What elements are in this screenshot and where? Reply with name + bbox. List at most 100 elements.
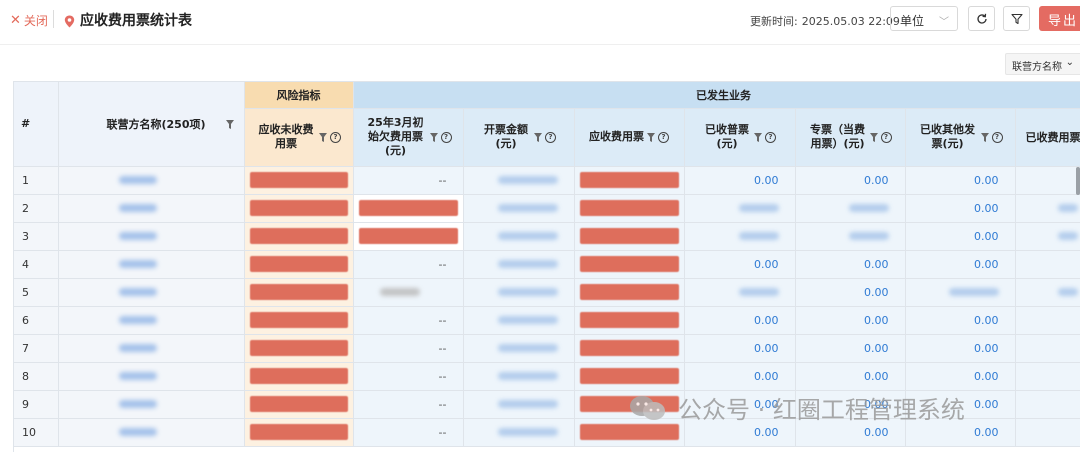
help-icon[interactable]: ? xyxy=(992,132,1003,143)
column-filter-icon[interactable] xyxy=(319,133,327,142)
close-button[interactable]: ✕ 关闭 xyxy=(10,12,48,29)
cell-received-fee xyxy=(1015,362,1080,390)
table-row[interactable]: 1--0.000.000.00 xyxy=(14,166,1080,194)
cell-other-invoice[interactable]: 0.00 xyxy=(905,222,1015,250)
table-row[interactable]: 6--0.000.000.00 xyxy=(14,306,1080,334)
cell-received-normal xyxy=(684,194,795,222)
cell-received-normal[interactable]: 0.00 xyxy=(684,334,795,362)
header-special: 专票（当费用票）(元) ? xyxy=(795,108,905,166)
filter-button[interactable] xyxy=(1003,6,1030,31)
column-filter-icon[interactable] xyxy=(226,120,234,129)
cell-received-normal[interactable]: 0.00 xyxy=(684,306,795,334)
export-button[interactable]: 导出 xyxy=(1039,6,1080,31)
cell-invoice-amount xyxy=(463,222,574,250)
cell-partner-name[interactable] xyxy=(58,166,244,194)
filter-icon xyxy=(1011,13,1023,25)
cell-other-invoice[interactable]: 0.00 xyxy=(905,166,1015,194)
cell-index: 3 xyxy=(14,222,58,250)
column-filter-icon[interactable] xyxy=(430,133,438,142)
cell-partner-name[interactable] xyxy=(58,306,244,334)
cell-partner-name[interactable] xyxy=(58,278,244,306)
column-filter-icon[interactable] xyxy=(534,133,542,142)
cell-received-fee xyxy=(1015,306,1080,334)
cell-special[interactable]: 0.00 xyxy=(795,166,905,194)
cell-received-normal[interactable]: 0.00 xyxy=(684,250,795,278)
help-icon[interactable]: ? xyxy=(330,132,341,143)
cell-received-fee xyxy=(1015,194,1080,222)
column-filter-icon[interactable] xyxy=(870,133,878,142)
cell-partner-name[interactable] xyxy=(58,250,244,278)
help-icon[interactable]: ? xyxy=(441,132,452,143)
cell-special[interactable]: 0.00 xyxy=(795,250,905,278)
help-icon[interactable]: ? xyxy=(881,132,892,143)
refresh-button[interactable] xyxy=(968,6,995,31)
redacted-bar xyxy=(580,172,679,188)
table-row[interactable]: 7--0.000.000.00 xyxy=(14,334,1080,362)
help-icon[interactable]: ? xyxy=(658,132,669,143)
table-row[interactable]: 8--0.000.000.00 xyxy=(14,362,1080,390)
cell-invoice-amount xyxy=(463,362,574,390)
cell-index: 10 xyxy=(14,418,58,446)
cell-partner-name[interactable] xyxy=(58,194,244,222)
cell-risk-uncollected xyxy=(244,334,353,362)
cell-special[interactable]: 0.00 xyxy=(795,334,905,362)
cell-invoice-amount xyxy=(463,166,574,194)
table-row[interactable]: 50.00 xyxy=(14,278,1080,306)
cell-index: 2 xyxy=(14,194,58,222)
header-index: # xyxy=(14,82,58,166)
cell-special[interactable]: 0.00 xyxy=(795,362,905,390)
column-filter-icon[interactable] xyxy=(647,133,655,142)
cell-march-arrears xyxy=(353,278,463,306)
redacted-bar xyxy=(250,424,348,440)
cell-partner-name[interactable] xyxy=(58,334,244,362)
redacted-value xyxy=(1058,232,1078,240)
cell-partner-name[interactable] xyxy=(58,390,244,418)
header-march-arrears: 25年3月初始欠费用票(元) ? xyxy=(353,108,463,166)
cell-partner-name[interactable] xyxy=(58,418,244,446)
redacted-bar xyxy=(250,396,348,412)
redacted-bar xyxy=(580,228,679,244)
unit-select[interactable]: 单位 ﹀ xyxy=(890,6,958,31)
cell-other-invoice[interactable]: 0.00 xyxy=(905,306,1015,334)
redacted-value xyxy=(498,400,558,408)
cell-index: 8 xyxy=(14,362,58,390)
cell-receivable xyxy=(574,334,684,362)
cell-partner-name[interactable] xyxy=(58,362,244,390)
partner-filter-select[interactable]: 联营方名称 ⌄ xyxy=(1005,53,1080,75)
page-title: 应收费用票统计表 xyxy=(64,10,192,30)
header-received-normal: 已收普票(元) ? xyxy=(684,108,795,166)
cell-received-normal[interactable]: 0.00 xyxy=(684,362,795,390)
cell-other-invoice[interactable]: 0.00 xyxy=(905,250,1015,278)
cell-received-normal xyxy=(684,222,795,250)
table-row[interactable]: 20.00 xyxy=(14,194,1080,222)
scrollbar-thumb[interactable] xyxy=(1076,167,1080,195)
column-filter-icon[interactable] xyxy=(754,133,762,142)
redacted-value xyxy=(498,232,558,240)
column-filter-icon[interactable] xyxy=(981,133,989,142)
cell-invoice-amount xyxy=(463,306,574,334)
location-pin-icon xyxy=(64,15,75,26)
header-receivable: 应收费用票 ? xyxy=(574,108,684,166)
redacted-name xyxy=(119,232,157,240)
header-risk-uncollected: 应收未收费用票 ? xyxy=(244,108,353,166)
cell-received-normal[interactable]: 0.00 xyxy=(684,166,795,194)
cell-special[interactable]: 0.00 xyxy=(795,278,905,306)
redacted-value xyxy=(380,288,420,296)
cell-other-invoice[interactable]: 0.00 xyxy=(905,194,1015,222)
cell-receivable xyxy=(574,306,684,334)
cell-receivable xyxy=(574,278,684,306)
header-partner-name: 联营方名称(250项) xyxy=(58,82,244,166)
redacted-bar xyxy=(580,284,679,300)
help-icon[interactable]: ? xyxy=(545,132,556,143)
cell-other-invoice[interactable]: 0.00 xyxy=(905,362,1015,390)
cell-march-arrears: -- xyxy=(353,334,463,362)
table-row[interactable]: 30.00 xyxy=(14,222,1080,250)
cell-special[interactable]: 0.00 xyxy=(795,306,905,334)
cell-partner-name[interactable] xyxy=(58,222,244,250)
help-icon[interactable]: ? xyxy=(765,132,776,143)
redacted-name xyxy=(119,400,157,408)
table-row[interactable]: 4--0.000.000.00 xyxy=(14,250,1080,278)
cell-other-invoice[interactable]: 0.00 xyxy=(905,334,1015,362)
cell-march-arrears: -- xyxy=(353,250,463,278)
header-text: 开票金额(元) xyxy=(481,123,531,151)
